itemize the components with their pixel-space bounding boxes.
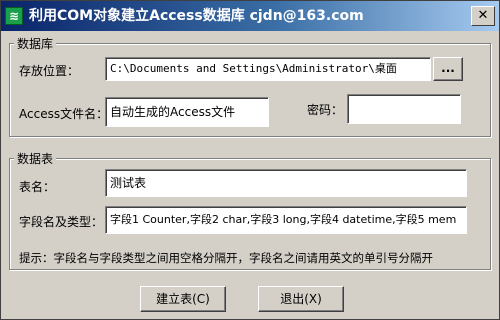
table-group-legend: 数据表 [14,150,57,167]
location-label: 存放位置： [19,64,80,78]
create-table-button[interactable]: 建立表(C) [140,286,226,312]
filename-input[interactable]: 自动生成的Access文件 [105,97,269,127]
browse-button[interactable]: ... [433,57,463,81]
table-name-input[interactable]: 测试表 [105,169,467,197]
exit-button[interactable]: 退出(X) [258,286,344,312]
window-title: 利用COM对象建立Access数据库 cjdn@163.com [29,8,364,24]
close-button[interactable]: ✕ [471,6,495,26]
hint-text: 提示：字段名与字段类型之间用空格分隔开，字段名之间请用英文的单引号分隔开 [19,251,433,265]
location-input[interactable]: C:\Documents and Settings\Administrator\… [105,57,431,81]
password-label: 密码： [307,103,344,117]
table-name-label: 表名： [19,180,56,194]
fields-input[interactable]: 字段1 Counter,字段2 char,字段3 long,字段4 dateti… [105,206,467,234]
title-bar[interactable]: ≋ 利用COM对象建立Access数据库 cjdn@163.com ✕ [1,1,499,31]
database-group-legend: 数据库 [14,35,57,52]
main-window: ≋ 利用COM对象建立Access数据库 cjdn@163.com ✕ 数据库 … [0,0,500,320]
app-icon: ≋ [5,7,23,25]
fields-label: 字段名及类型： [19,215,104,229]
filename-label: Access文件名： [19,107,109,121]
password-input[interactable] [347,94,461,124]
